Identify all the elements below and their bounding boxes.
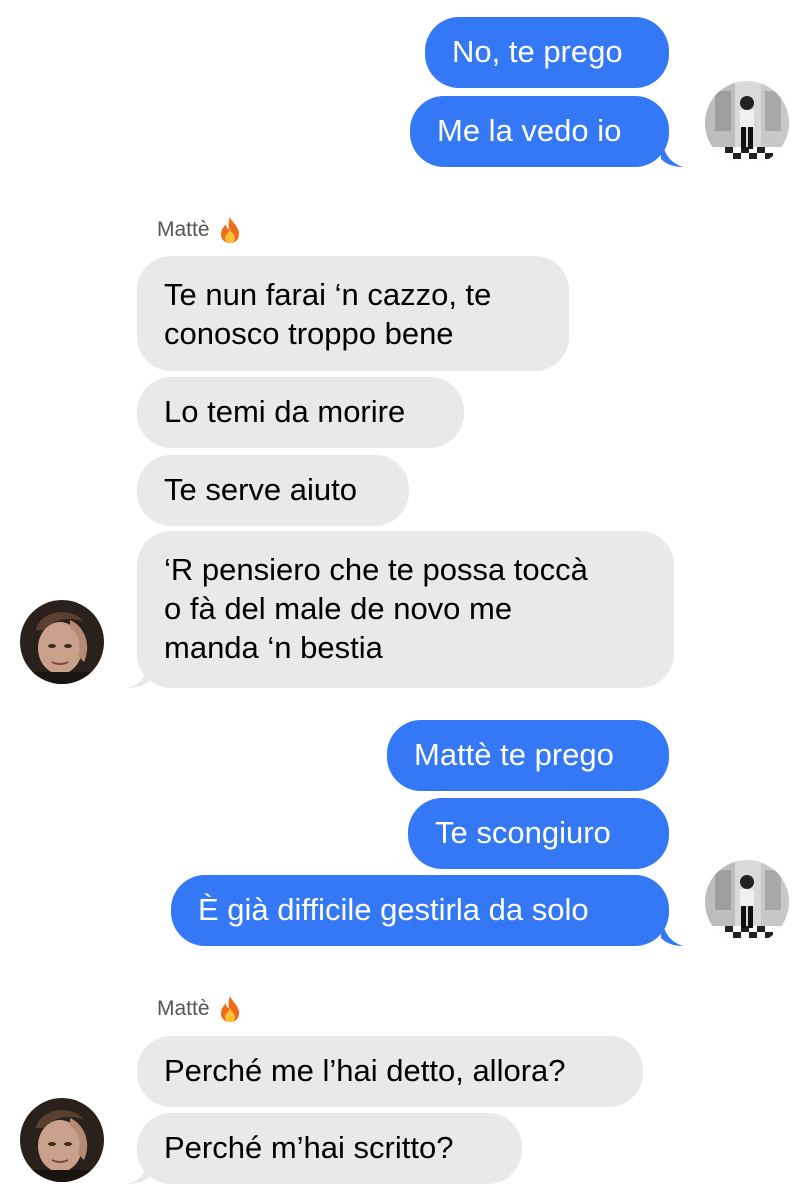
message-text-line: Te nun farai ‘n cazzo, te [164, 277, 492, 312]
message-bubble-sent[interactable]: Me la vedo io [410, 96, 669, 167]
message-bubble-received[interactable]: Perché m’hai scritto? [137, 1113, 522, 1184]
fire-icon [220, 996, 239, 1022]
message-text-line: o fà del male de novo me [164, 591, 513, 626]
message-bubble-sent[interactable]: Te scongiuro [408, 798, 669, 869]
message-text-line: manda ‘n bestia [164, 630, 383, 665]
message-bubble-sent[interactable]: Mattè te prego [387, 720, 669, 791]
bubble-tail [128, 1160, 150, 1184]
message-text: Te serve aiuto [164, 472, 357, 507]
contact-avatar[interactable] [20, 1098, 104, 1182]
sender-name: Mattè [157, 997, 210, 1020]
message-text-line: conosco troppo bene [164, 316, 454, 351]
message-bubble-received[interactable]: Perché me l’hai detto, allora? [137, 1036, 643, 1107]
message-text: È già difficile gestirla da solo [198, 892, 589, 927]
message-text-line: ‘R pensiero che te possa toccà [164, 552, 588, 587]
contact-avatar[interactable] [20, 600, 104, 684]
user-avatar[interactable] [705, 860, 789, 944]
sender-name: Mattè [157, 218, 210, 241]
message-text: No, te prego [452, 34, 623, 69]
message-text: Me la vedo io [437, 113, 622, 148]
message-text: Perché me l’hai detto, allora? [164, 1053, 566, 1088]
message-text: Lo temi da morire [164, 394, 406, 429]
message-text: Mattè te prego [414, 737, 614, 772]
message-text: Te scongiuro [435, 815, 611, 850]
sender-name-label: Mattè [157, 216, 242, 244]
sender-name-label: Mattè [157, 995, 242, 1023]
bubble-tail [128, 664, 150, 688]
bubble-tail [661, 922, 683, 946]
message-bubble-received[interactable]: Te nun farai ‘n cazzo, te conosco troppo… [137, 256, 569, 371]
fire-icon [220, 217, 239, 243]
message-bubble-sent[interactable]: No, te prego [425, 17, 669, 88]
message-bubble-sent[interactable]: È già difficile gestirla da solo [171, 875, 669, 946]
bubble-tail [661, 143, 683, 167]
message-bubble-received[interactable]: Lo temi da morire [137, 377, 464, 448]
message-text: Perché m’hai scritto? [164, 1130, 454, 1165]
message-bubble-received[interactable]: Te serve aiuto [137, 455, 409, 526]
user-avatar[interactable] [705, 81, 789, 165]
message-bubble-received[interactable]: ‘R pensiero che te possa toccà o fà del … [137, 531, 674, 688]
